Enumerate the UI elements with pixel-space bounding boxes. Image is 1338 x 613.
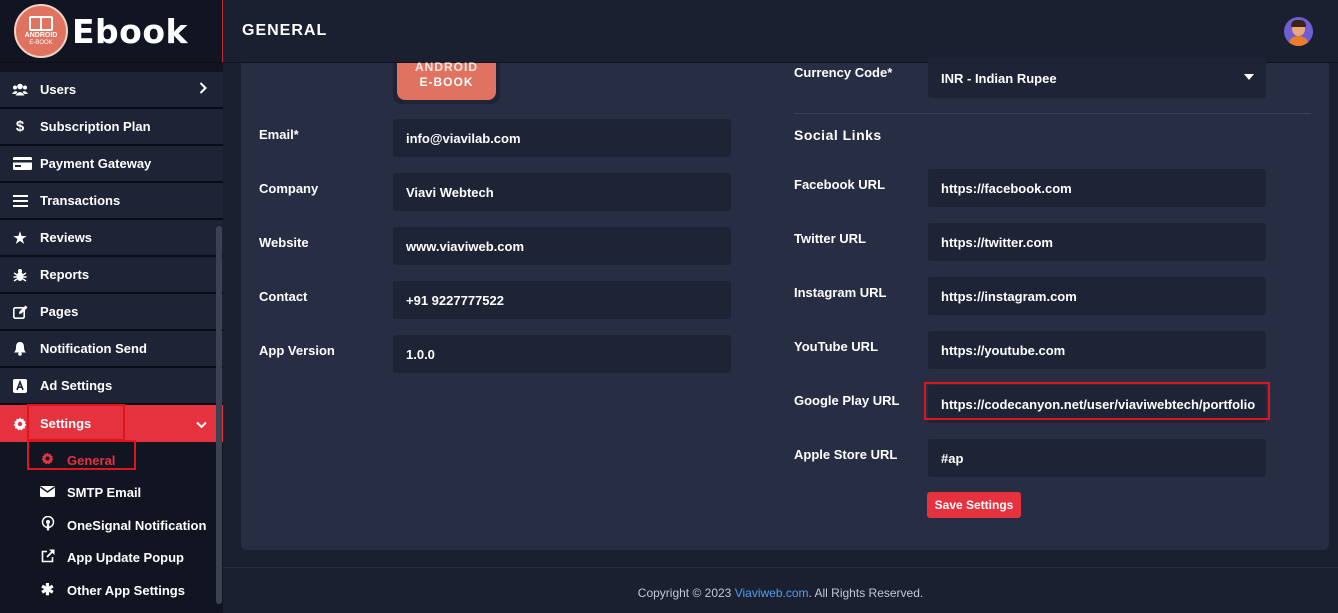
chevron-right-icon <box>199 82 207 97</box>
apple-store-url-label: Apple Store URL <box>794 447 898 462</box>
submenu-item-other-app-settings[interactable]: ✱ Other App Settings <box>0 574 223 607</box>
avatar-body <box>1288 36 1309 46</box>
instagram-url-field[interactable]: https://instagram.com <box>928 277 1266 315</box>
contact-field[interactable]: +91 9227777522 <box>393 281 731 319</box>
highlight-general <box>27 440 136 470</box>
sidebar-item-payment-gateway[interactable]: Payment Gateway <box>0 146 223 183</box>
brand[interactable]: ANDROID E-BOOK Ebook <box>0 0 223 63</box>
sidebar-item-label: Pages <box>40 304 79 319</box>
sidebar-item-users[interactable]: Users <box>0 72 223 109</box>
footer: Copyright © 2023 Viaviweb.com. All Right… <box>223 586 1338 600</box>
sidebar-item-label: Reviews <box>40 230 93 245</box>
brand-logo: ANDROID E-BOOK <box>14 4 68 58</box>
footer-link[interactable]: Viaviweb.com <box>735 586 809 600</box>
external-link-icon <box>40 549 55 566</box>
sidebar-item-label: Reports <box>40 267 90 282</box>
app-version-field[interactable]: 1.0.0 <box>393 335 731 373</box>
sidebar-item-label: Transactions <box>40 193 121 208</box>
submenu-item-label: Other App Settings <box>67 582 185 598</box>
company-field[interactable]: Viavi Webtech <box>393 173 731 211</box>
email-label: Email* <box>259 127 299 142</box>
sidebar-item-label: Ad Settings <box>40 378 113 393</box>
app-logo-line2: E-BOOK <box>419 75 474 89</box>
footer-prefix: Copyright © 2023 <box>637 586 735 600</box>
website-field[interactable]: www.viaviweb.com <box>393 227 731 265</box>
contact-label: Contact <box>259 289 308 304</box>
brand-logo-line2: E-BOOK <box>29 39 53 46</box>
caret-down-icon <box>1244 74 1254 80</box>
twitter-url-label: Twitter URL <box>794 231 866 246</box>
sidebar-item-reviews[interactable]: ★ Reviews <box>0 220 223 257</box>
email-field[interactable]: info@viavilab.com <box>393 119 731 157</box>
app-logo-preview: ANDROID E-BOOK <box>393 60 500 104</box>
social-links-title: Social Links <box>794 127 882 143</box>
save-settings-button[interactable]: Save Settings <box>927 492 1021 518</box>
facebook-url-field[interactable]: https://facebook.com <box>928 169 1266 207</box>
star-icon: ★ <box>13 229 27 247</box>
edit-icon <box>12 304 28 320</box>
twitter-url-field[interactable]: https://twitter.com <box>928 223 1266 261</box>
sidebar-item-subscription-plan[interactable]: $ Subscription Plan <box>0 109 223 146</box>
footer-suffix: . All Rights Reserved. <box>808 586 924 600</box>
facebook-url-label: Facebook URL <box>794 177 886 192</box>
submenu-item-label: SMTP Email <box>67 485 142 501</box>
highlight-settings <box>27 404 125 441</box>
apple-store-url-field[interactable]: #ap <box>928 439 1266 477</box>
submenu-item-label: OneSignal Notification <box>67 517 207 533</box>
app-logo-line1: ANDROID <box>415 60 478 74</box>
sidebar-nav: Users $ Subscription Plan Payment Gatewa… <box>0 72 223 611</box>
envelope-icon <box>40 485 55 500</box>
highlight-google-play-url <box>924 382 1270 420</box>
top-header: GENERAL <box>223 0 1338 63</box>
list-icon <box>12 193 28 209</box>
podcast-icon <box>40 516 55 534</box>
bell-icon <box>12 341 28 357</box>
brand-name: Ebook <box>72 11 188 51</box>
gear-icon <box>12 416 28 432</box>
book-icon <box>29 15 53 31</box>
avatar[interactable] <box>1284 17 1313 46</box>
website-label: Website <box>259 235 309 250</box>
youtube-url-label: YouTube URL <box>794 339 879 354</box>
page-title: GENERAL <box>242 22 328 39</box>
footer-divider <box>223 567 1338 568</box>
brand-logo-line1: ANDROID <box>24 31 58 39</box>
section-divider <box>794 113 1311 114</box>
instagram-url-label: Instagram URL <box>794 285 887 300</box>
sidebar: ANDROID E-BOOK Ebook Users $ Subscriptio… <box>0 0 223 613</box>
sidebar-item-label: Notification Send <box>40 341 147 356</box>
bug-icon <box>12 267 28 283</box>
app-version-label: App Version <box>259 343 335 358</box>
sidebar-item-pages[interactable]: Pages <box>0 294 223 331</box>
currency-select[interactable]: INR - Indian Rupee <box>928 58 1266 98</box>
company-label: Company <box>259 181 319 196</box>
google-play-url-label: Google Play URL <box>794 393 900 408</box>
chevron-down-icon <box>196 417 207 432</box>
sidebar-item-transactions[interactable]: Transactions <box>0 183 223 220</box>
sidebar-item-label: Subscription Plan <box>40 119 151 134</box>
dollar-icon: $ <box>15 118 25 135</box>
sidebar-item-label: Users <box>40 82 77 97</box>
sidebar-item-notification-send[interactable]: Notification Send <box>0 331 223 368</box>
youtube-url-field[interactable]: https://youtube.com <box>928 331 1266 369</box>
app-logo-image: ANDROID E-BOOK <box>397 60 496 100</box>
asterisk-icon: ✱ <box>40 582 55 600</box>
sidebar-item-ad-settings[interactable]: Ad Settings <box>0 368 223 405</box>
currency-selected-value: INR - Indian Rupee <box>941 70 1057 86</box>
credit-card-icon <box>12 156 32 172</box>
sidebar-scrollbar[interactable] <box>216 226 222 604</box>
submenu-item-onesignal-notification[interactable]: OneSignal Notification <box>0 509 223 542</box>
submenu-item-label: App Update Popup <box>67 550 184 566</box>
submenu-item-smtp-email[interactable]: SMTP Email <box>0 477 223 510</box>
ad-icon <box>12 378 28 394</box>
submenu-item-app-update-popup[interactable]: App Update Popup <box>0 542 223 575</box>
sidebar-item-reports[interactable]: Reports <box>0 257 223 294</box>
currency-code-label: Currency Code* <box>794 65 893 80</box>
avatar-hair <box>1291 20 1306 27</box>
sidebar-item-label: Payment Gateway <box>40 156 152 171</box>
users-icon <box>12 82 28 98</box>
